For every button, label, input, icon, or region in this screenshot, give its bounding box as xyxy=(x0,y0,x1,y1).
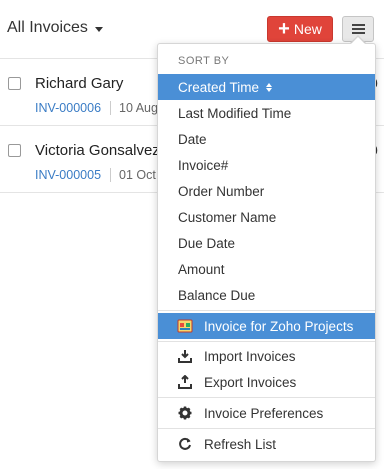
dropdown-arrow-inner xyxy=(351,37,365,44)
sort-option-date[interactable]: Date xyxy=(158,126,375,152)
menu-item-label: Refresh List xyxy=(204,436,277,452)
sort-option-amount[interactable]: Amount xyxy=(158,256,375,282)
sort-option-invoice-number[interactable]: Invoice# xyxy=(158,152,375,178)
sort-option-label: Created Time xyxy=(178,79,260,95)
separator xyxy=(110,101,112,115)
sort-option-label: Amount xyxy=(178,261,225,277)
gear-icon xyxy=(176,405,194,421)
invoice-date: 10 Aug xyxy=(119,101,158,115)
sort-option-customer-name[interactable]: Customer Name xyxy=(158,204,375,230)
invoice-date: 01 Oct xyxy=(119,168,156,182)
sort-option-label: Last Modified Time xyxy=(178,105,292,121)
refresh-icon xyxy=(176,436,194,452)
row-subline: INV-000006 10 Aug xyxy=(35,101,158,115)
customer-name: Victoria Gonsalvez xyxy=(35,142,160,159)
sort-option-last-modified-time[interactable]: Last Modified Time xyxy=(158,100,375,126)
sort-option-created-time[interactable]: Created Time xyxy=(158,74,375,100)
menu-item-label: Export Invoices xyxy=(204,374,297,390)
hamburger-icon xyxy=(351,24,365,34)
zoho-projects-icon xyxy=(176,318,194,334)
view-title: All Invoices xyxy=(7,19,88,36)
sort-option-label: Customer Name xyxy=(178,209,277,225)
invoice-for-zoho-projects-item[interactable]: Invoice for Zoho Projects xyxy=(158,313,375,339)
menu-divider xyxy=(158,341,375,342)
sort-by-header: SORT BY xyxy=(178,55,230,67)
options-dropdown: SORT BY Created Time Last Modified Time … xyxy=(157,43,376,462)
invoice-number[interactable]: INV-000006 xyxy=(35,101,101,115)
menu-item-label: Import Invoices xyxy=(204,348,296,364)
row-subline: INV-000005 01 Oct xyxy=(35,168,156,182)
new-invoice-button[interactable]: + New xyxy=(267,16,333,42)
caret-down-icon xyxy=(94,26,103,32)
customer-name: Richard Gary xyxy=(35,75,124,92)
menu-item-label: Invoice for Zoho Projects xyxy=(204,318,354,334)
sort-option-due-date[interactable]: Due Date xyxy=(158,230,375,256)
invoice-number[interactable]: INV-000005 xyxy=(35,168,101,182)
row-checkbox[interactable] xyxy=(8,144,21,157)
menu-item-label: Invoice Preferences xyxy=(204,405,324,421)
sort-option-order-number[interactable]: Order Number xyxy=(158,178,375,204)
sort-option-label: Date xyxy=(178,131,207,147)
sort-direction-icon xyxy=(266,82,273,92)
invoice-preferences-item[interactable]: Invoice Preferences xyxy=(158,400,375,426)
sort-option-label: Balance Due xyxy=(178,287,256,303)
view-selector[interactable]: All Invoices xyxy=(7,19,103,37)
separator xyxy=(110,168,112,182)
sort-option-balance-due[interactable]: Balance Due xyxy=(158,282,375,308)
import-icon xyxy=(176,348,194,364)
menu-divider xyxy=(158,397,375,398)
sort-option-label: Invoice# xyxy=(178,157,229,173)
plus-icon: + xyxy=(278,18,290,40)
sort-option-label: Order Number xyxy=(178,183,265,199)
menu-divider xyxy=(158,310,375,311)
row-checkbox[interactable] xyxy=(8,77,21,90)
import-invoices-item[interactable]: Import Invoices xyxy=(158,343,375,369)
refresh-list-item[interactable]: Refresh List xyxy=(158,431,375,457)
export-icon xyxy=(176,374,194,390)
menu-divider xyxy=(158,428,375,429)
export-invoices-item[interactable]: Export Invoices xyxy=(158,369,375,395)
new-button-label: New xyxy=(293,21,322,37)
sort-option-label: Due Date xyxy=(178,235,236,251)
